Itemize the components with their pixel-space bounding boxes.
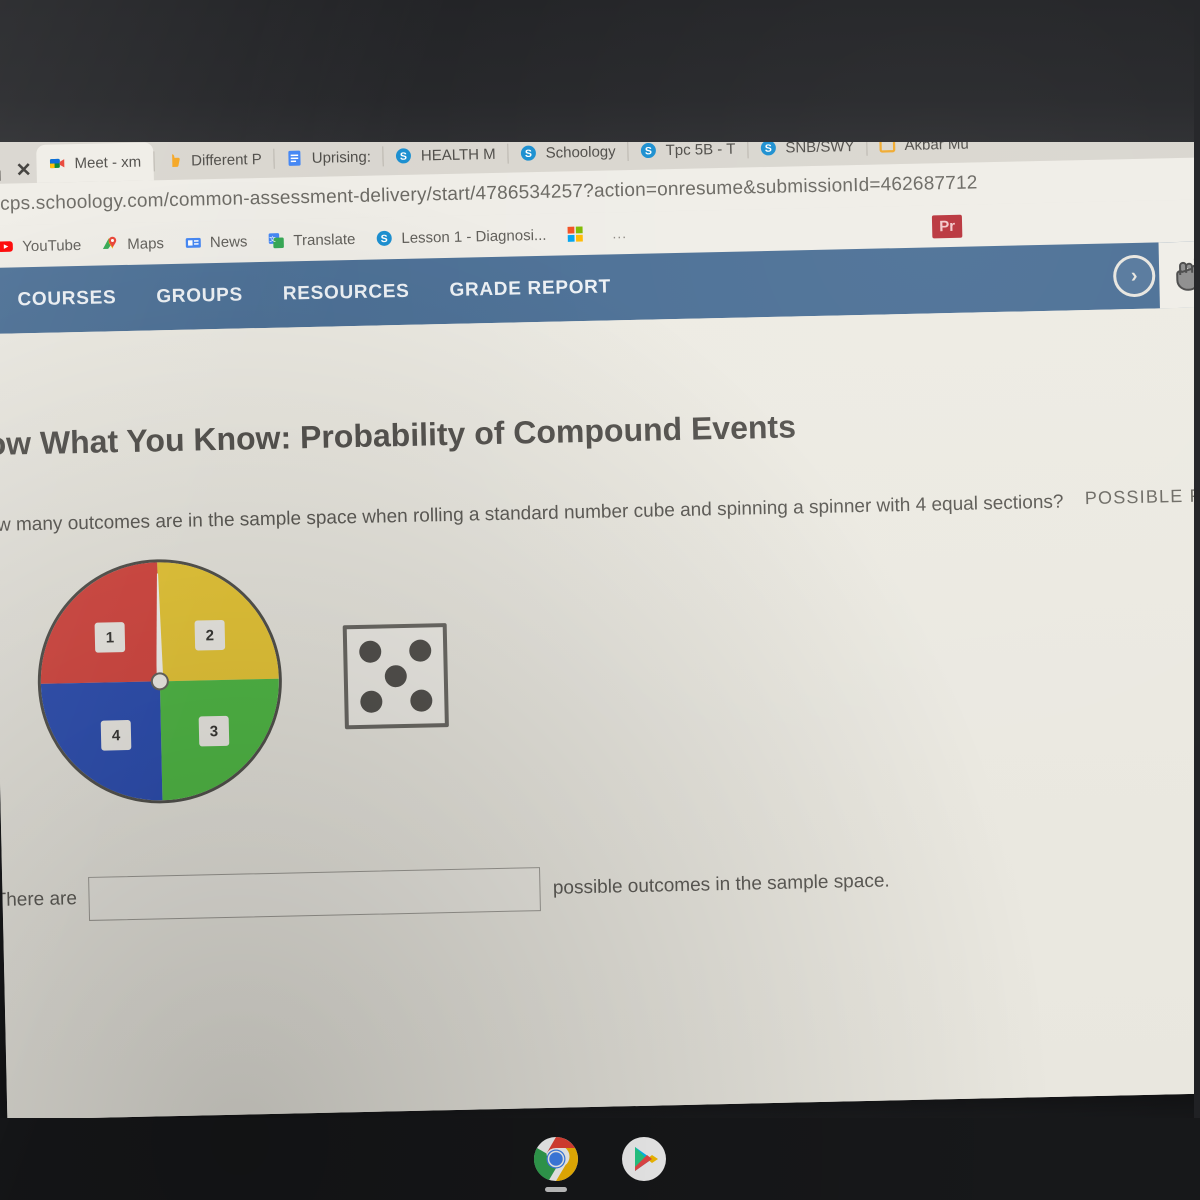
schoology-icon: S — [521, 145, 537, 161]
answer-input[interactable] — [88, 867, 542, 921]
tab-label: HEALTH M — [420, 145, 496, 165]
nav-item-courses[interactable]: COURSES — [17, 287, 116, 311]
tab-uprising[interactable]: Uprising: — [273, 137, 383, 177]
svg-text:S: S — [381, 233, 388, 245]
die-pip — [384, 664, 408, 688]
chrome-active-indicator — [545, 1187, 567, 1192]
google-translate-icon: 文 — [268, 233, 285, 249]
bookmark-maps[interactable]: Maps — [101, 234, 164, 253]
tab-label: Tpc 5B - T — [665, 140, 736, 159]
spinner-label-1: 1 — [94, 622, 126, 653]
bookmark-label: Lesson 1 - Diagnosi... — [401, 226, 547, 247]
schoology-icon: S — [396, 148, 412, 164]
bookmark-microsoft[interactable] — [566, 225, 592, 244]
spinner-label-4: 4 — [100, 719, 132, 751]
bookmark-label: Maps — [127, 234, 165, 253]
spinner-label-2: 2 — [194, 619, 226, 651]
spinner-label-3: 3 — [198, 715, 230, 747]
chrome-icon[interactable] — [532, 1135, 580, 1192]
die-pip — [410, 689, 433, 712]
bookmarks-spacer — [647, 227, 912, 233]
svg-text:S: S — [645, 145, 652, 157]
google-docs-icon — [288, 150, 301, 166]
tab-partial-left[interactable]: ol — [0, 167, 11, 184]
premiere-extension-icon[interactable]: Pr — [932, 214, 963, 238]
laptop-screen: ol ✕ Meet - xm Different P — [0, 113, 1200, 1120]
die-pip — [409, 639, 432, 662]
screen-bezel-top — [0, 0, 1200, 142]
close-tab-button[interactable]: ✕ — [10, 157, 37, 184]
chromeos-shelf — [0, 1118, 1200, 1200]
google-meet-icon — [49, 158, 65, 169]
svg-text:S: S — [765, 143, 772, 155]
nav-item-resources[interactable]: RESOURCES — [283, 281, 410, 306]
svg-text:S: S — [525, 148, 532, 160]
photo-of-laptop-screen: ol ✕ Meet - xm Different P — [0, 0, 1200, 1200]
answer-prefix-label: There are — [0, 888, 78, 911]
bookmark-news[interactable]: News — [184, 232, 248, 251]
schoology-icon: S — [641, 143, 657, 159]
nav-item-groups[interactable]: GROUPS — [156, 284, 243, 308]
die-pip — [359, 640, 382, 663]
schoology-icon: S — [376, 230, 392, 246]
tab-label: Uprising: — [311, 148, 372, 167]
tab-different-p[interactable]: Different P — [153, 140, 274, 181]
google-news-icon — [185, 237, 201, 248]
tab-label: Schoology — [545, 142, 616, 162]
bookmark-translate[interactable]: 文 Translate — [267, 230, 356, 250]
google-maps-icon — [102, 236, 117, 249]
bookmarks-overflow-button[interactable]: ... — [612, 225, 627, 241]
tab-meet[interactable]: Meet - xm — [36, 142, 154, 183]
thumb-icon — [171, 154, 180, 167]
chevron-right-icon[interactable]: › — [1112, 254, 1156, 298]
bookmark-label: Translate — [293, 230, 356, 249]
svg-text:S: S — [400, 151, 407, 163]
screen-bezel-right — [1194, 0, 1200, 1200]
bookmark-youtube[interactable]: YouTube — [0, 236, 81, 256]
spinner-figure: 1 2 3 4 — [35, 556, 285, 806]
bookmark-label: News — [209, 232, 248, 251]
bookmark-label: YouTube — [22, 236, 82, 255]
page-title: ow What You Know: Probability of Compoun… — [0, 408, 797, 463]
die-pip — [360, 690, 383, 713]
number-cube-figure — [342, 623, 449, 730]
youtube-icon — [0, 241, 13, 252]
question-text: ow many outcomes are in the sample space… — [0, 491, 1064, 537]
microsoft-icon — [567, 226, 584, 242]
play-store-icon[interactable] — [620, 1135, 668, 1183]
assessment-page: ow What You Know: Probability of Compoun… — [0, 307, 1200, 1120]
nav-item-grade-report[interactable]: GRADE REPORT — [449, 276, 611, 302]
tab-label: Meet - xm — [74, 153, 142, 172]
answer-row: There are possible outcomes in the sampl… — [0, 852, 1200, 923]
bookmark-lesson-1[interactable]: S Lesson 1 - Diagnosi... — [375, 226, 547, 248]
answer-suffix-label: possible outcomes in the sample space. — [552, 870, 890, 899]
tab-label: Different P — [190, 150, 262, 170]
possible-points-label: POSSIBLE PO — [1084, 485, 1200, 509]
question-figures: 1 2 3 4 — [0, 536, 1200, 807]
nav-right-controls: › — [1112, 241, 1200, 309]
